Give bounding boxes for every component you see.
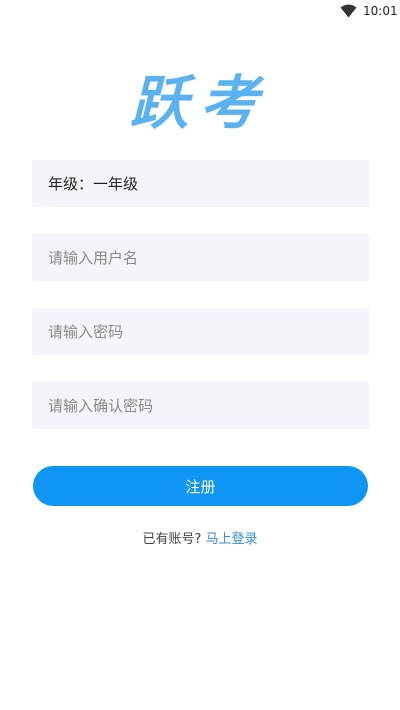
password-input[interactable] [48, 308, 369, 355]
grade-selector[interactable]: 年级：一年级 [32, 160, 369, 207]
app-logo: 跃考 [129, 69, 270, 137]
password-field-container [32, 308, 369, 355]
status-bar: 10:01 [0, 0, 400, 24]
register-screen: 10:01 跃考 年级：一年级 注册 已有账号? 马上登录 [0, 0, 400, 710]
confirm-password-input[interactable] [48, 382, 369, 429]
status-time: 10:01 [363, 4, 398, 18]
login-link[interactable]: 马上登录 [206, 532, 258, 547]
login-prompt: 已有账号? 马上登录 [0, 528, 400, 547]
wifi-icon [340, 4, 357, 18]
username-field-container [32, 234, 369, 281]
register-button[interactable]: 注册 [33, 466, 368, 506]
login-prompt-text: 已有账号? [142, 532, 202, 547]
username-input[interactable] [48, 234, 369, 281]
grade-value: 年级：一年级 [48, 175, 139, 193]
confirm-password-field-container [32, 382, 369, 429]
